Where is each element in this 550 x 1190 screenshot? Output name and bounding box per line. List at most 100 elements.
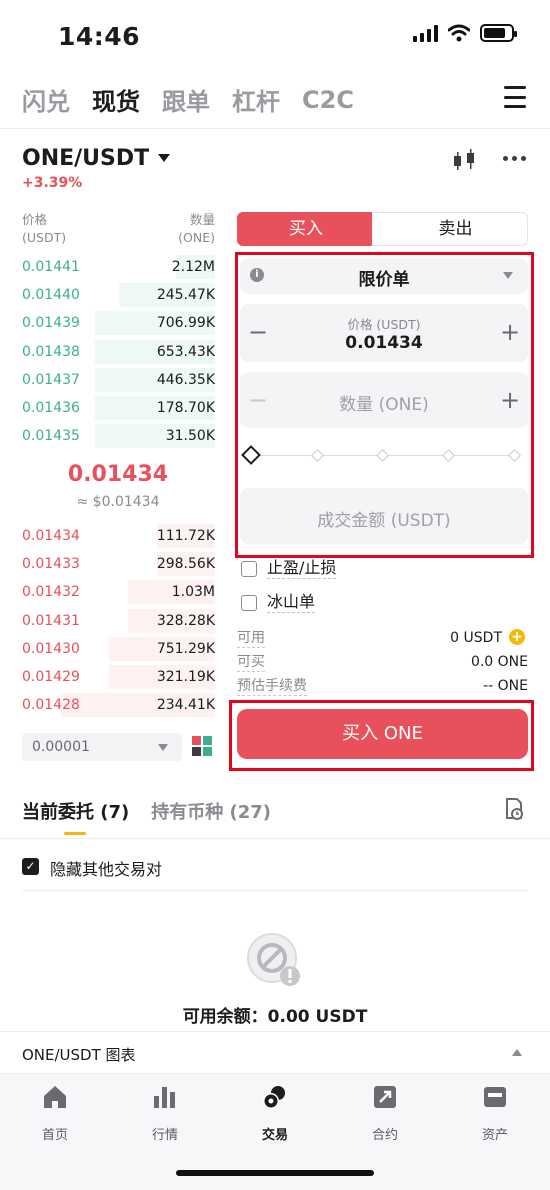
divider [0, 838, 550, 839]
nav-label: 首页 [41, 1128, 68, 1143]
tab-c2c[interactable]: C2C [302, 86, 354, 114]
pair-selector[interactable]: ONE/USDT [22, 146, 149, 171]
nav-label: 合约 [371, 1128, 398, 1143]
bid-row[interactable]: 0.01437 446.35K [22, 366, 215, 394]
row-price: 0.01429 [22, 669, 80, 685]
price-change: +3.39% [22, 175, 83, 191]
tab-holdings[interactable]: 持有币种 (27) [151, 798, 271, 824]
top-nav: 闪兑 现货 跟单 杠杆 C2C [22, 82, 354, 117]
orders-tabs: 当前委托 (7) 持有币种 (27) [22, 798, 271, 824]
ask-row[interactable]: 0.01434 111.72K [22, 522, 215, 550]
tab-convert[interactable]: 闪兑 [22, 82, 70, 117]
row-quantity: 1.03M [171, 584, 215, 601]
nav-trade[interactable]: 交易 [220, 1084, 330, 1143]
orderbook-layout-icon[interactable] [192, 736, 212, 756]
nav-label: 资产 [481, 1128, 508, 1143]
nav-home[interactable]: 首页 [0, 1084, 110, 1143]
tab-copy-trading[interactable]: 跟单 [162, 82, 210, 117]
iceberg-label[interactable]: 冰山单 [267, 592, 316, 613]
hide-other-pairs-label[interactable]: 隐藏其他交易对 [50, 856, 162, 880]
row-price: 0.01434 [22, 528, 80, 544]
wallet-icon [484, 1087, 506, 1107]
row-quantity: 706.99K [156, 315, 215, 332]
row-quantity: 245.47K [156, 287, 215, 304]
tp-sl-label[interactable]: 止盈/止损 [267, 558, 337, 579]
row-quantity: 653.43K [156, 343, 215, 360]
fee-value: -- ONE [483, 678, 528, 694]
row-quantity: 111.72K [156, 528, 215, 544]
bid-row[interactable]: 0.01439 706.99K [22, 309, 215, 337]
available-balance: 可用余额：0.00 USDT [182, 1007, 368, 1027]
market-icon [154, 1087, 175, 1108]
row-price: 0.01433 [22, 556, 80, 573]
caret-down-icon[interactable] [158, 154, 170, 162]
status-time: 14:46 [58, 22, 141, 51]
row-price: 0.01438 [22, 343, 80, 360]
home-indicator [176, 1170, 374, 1176]
row-price: 0.01435 [22, 428, 80, 445]
row-quantity: 298.56K [156, 556, 215, 573]
buy-tab[interactable]: 买入 [237, 212, 383, 246]
empty-state-icon [247, 933, 300, 986]
row-price: 0.01440 [22, 287, 80, 304]
row-quantity: 178.70K [156, 400, 215, 416]
tab-open-orders[interactable]: 当前委托 (7) [22, 798, 129, 824]
tab-margin[interactable]: 杠杆 [232, 82, 280, 117]
wifi-icon [448, 24, 470, 42]
highlight-box-form [235, 252, 534, 558]
more-options-icon[interactable] [503, 156, 526, 161]
pair-chart-toggle[interactable]: ONE/USDT 图表 [22, 1044, 136, 1065]
nav-market[interactable]: 行情 [110, 1084, 220, 1143]
contract-icon [374, 1086, 396, 1108]
home-icon [44, 1086, 66, 1108]
bid-row[interactable]: 0.01436 178.70K [22, 394, 215, 422]
can-buy-label: 可买 [237, 654, 265, 672]
hide-other-pairs-checkbox[interactable]: ✓ [22, 858, 39, 875]
iceberg-checkbox[interactable] [241, 595, 257, 611]
trade-icon [263, 1086, 285, 1109]
orderbook-price-header: 价格 (USDT) [22, 212, 67, 245]
ask-row[interactable]: 0.01429 321.19K [22, 663, 215, 691]
nav-label: 行情 [151, 1128, 178, 1143]
highlight-box-buy [229, 700, 534, 771]
row-quantity: 751.29K [156, 640, 215, 657]
nav-contract[interactable]: 合约 [330, 1084, 440, 1143]
ask-row[interactable]: 0.01431 328.28K [22, 607, 215, 635]
sell-tab[interactable]: 卖出 [372, 212, 528, 246]
bid-row[interactable]: 0.01441 2.12M [22, 253, 215, 281]
row-price: 0.01428 [22, 697, 80, 714]
row-quantity: 328.28K [156, 612, 215, 629]
row-price: 0.01439 [22, 315, 80, 332]
row-price: 0.01431 [22, 612, 80, 629]
ask-row[interactable]: 0.01432 1.03M [22, 578, 215, 606]
candlestick-chart-icon[interactable] [452, 148, 478, 172]
row-quantity: 321.19K [156, 669, 215, 685]
status-icons [413, 24, 517, 42]
divider [0, 128, 550, 129]
bid-row[interactable]: 0.01435 31.50K [22, 422, 215, 450]
available-label: 可用 [237, 630, 265, 648]
row-quantity: 31.50K [165, 428, 215, 445]
row-quantity: 234.41K [156, 697, 215, 714]
available-value: 0 USDT [450, 630, 502, 646]
last-price-usd: ≈ $0.01434 [76, 494, 160, 510]
ask-row[interactable]: 0.01428 234.41K [22, 691, 215, 719]
active-tab-indicator [64, 832, 86, 835]
battery-icon [480, 24, 517, 42]
ask-row[interactable]: 0.01430 751.29K [22, 635, 215, 663]
ask-row[interactable]: 0.01433 298.56K [22, 550, 215, 578]
caret-down-icon[interactable] [158, 744, 168, 751]
order-history-icon[interactable] [505, 798, 523, 820]
menu-icon[interactable] [504, 86, 526, 108]
can-buy-value: 0.0 ONE [470, 654, 528, 670]
caret-up-icon[interactable] [512, 1049, 522, 1056]
add-funds-icon[interactable]: + [509, 629, 525, 645]
orderbook-qty-header: 数量 (ONE) [178, 212, 215, 245]
tp-sl-checkbox[interactable] [241, 561, 257, 577]
tab-spot[interactable]: 现货 [92, 82, 140, 117]
bid-row[interactable]: 0.01440 245.47K [22, 281, 215, 309]
nav-assets[interactable]: 资产 [440, 1084, 550, 1143]
bid-row[interactable]: 0.01438 653.43K [22, 338, 215, 366]
row-price: 0.01437 [22, 371, 80, 388]
nav-label: 交易 [261, 1128, 288, 1143]
